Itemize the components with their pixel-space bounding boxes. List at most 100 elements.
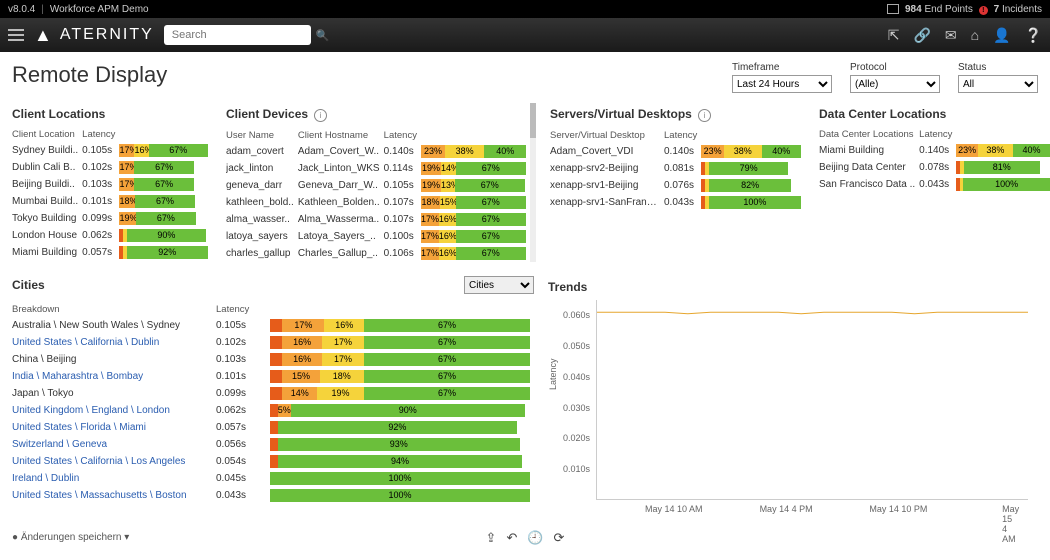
endpoints-indicator[interactable]: 984 End Points — [887, 4, 973, 15]
table-row[interactable]: Miami Building0.140s23%38%40% — [819, 142, 1050, 159]
table-row[interactable]: Beijing Data Center0.078s81% — [819, 159, 1050, 176]
table-row[interactable]: Dublin Cali B..0.102s17%67% — [12, 159, 212, 176]
table-row[interactable]: Australia \ New South Wales \ Sydney0.10… — [12, 317, 534, 334]
x-tick-label: May 14 10 AM — [645, 504, 703, 514]
logo[interactable]: ▲ ATERNITY — [34, 25, 154, 46]
col-dc[interactable]: Data Center Locations — [819, 127, 919, 142]
table-row[interactable]: Adam_Covert_VDI0.140s23%38%40% — [550, 143, 805, 160]
search-box[interactable]: 🔍 — [164, 25, 311, 45]
panel-title-datacenters: Data Center Locations — [819, 107, 1050, 121]
col-latency[interactable]: Latency — [384, 128, 421, 143]
y-tick-label: 0.030s — [563, 403, 590, 413]
trends-chart[interactable]: Latency 0.060s0.050s0.040s0.030s0.020s0.… — [596, 300, 1028, 520]
panel-title-servers: Servers/Virtual Desktopsi — [550, 107, 805, 122]
table-row[interactable]: xenapp-srv1-Beijing0.076s82% — [550, 177, 805, 194]
panel-title-trends: Trends — [548, 280, 1038, 294]
incidents-indicator[interactable]: ! 7 Incidents — [979, 4, 1042, 15]
table-row[interactable]: India \ Maharashtra \ Bombay0.101s15%18%… — [12, 368, 534, 385]
panel-title-client-devices: Client Devicesi — [226, 107, 530, 122]
table-row[interactable]: Sydney Buildi..0.105s17%16%67% — [12, 142, 212, 159]
info-icon[interactable]: i — [698, 109, 711, 122]
x-tick-label: May 14 4 PM — [760, 504, 813, 514]
status-label: Status — [958, 62, 1038, 73]
top-status-bar: v8.0.4 | Workforce APM Demo 984 End Poin… — [0, 0, 1050, 18]
table-row[interactable]: jack_lintonJack_Linton_WKS0.114s19%14%67… — [226, 160, 530, 177]
home-icon[interactable]: ⌂ — [971, 27, 979, 43]
link-icon[interactable]: 🔗 — [913, 27, 930, 44]
version-label: v8.0.4 — [8, 4, 35, 15]
logo-icon: ▲ — [34, 25, 54, 46]
table-row[interactable]: latoya_sayersLatoya_Sayers_..0.100s17%16… — [226, 228, 530, 245]
table-row[interactable]: London House0.062s90% — [12, 227, 212, 244]
clock-icon[interactable]: 🕘 — [527, 530, 543, 546]
col-breakdown[interactable]: Breakdown — [12, 302, 216, 317]
export-icon[interactable]: ⇪ — [486, 530, 497, 546]
col-latency[interactable]: Latency — [82, 127, 119, 142]
table-row[interactable]: xenapp-srv1-SanFrancis..0.043s100% — [550, 194, 805, 211]
help-icon[interactable]: ❔ — [1025, 27, 1042, 44]
info-icon[interactable]: i — [314, 109, 327, 122]
main-navbar: ▲ ATERNITY 🔍 ⇱ 🔗 ✉ ⌂ 👤 ❔ — [0, 18, 1050, 52]
x-tick-label: May 15 4 AM — [1002, 504, 1019, 544]
col-client-location[interactable]: Client Location — [12, 127, 82, 142]
search-input[interactable] — [170, 28, 316, 42]
table-row[interactable]: Japan \ Tokyo0.099s14%19%67% — [12, 385, 534, 402]
table-row[interactable]: San Francisco Data ..0.043s100% — [819, 176, 1050, 193]
col-latency[interactable]: Latency — [919, 127, 956, 142]
table-row[interactable]: charles_gallupCharles_Gallup_..0.106s17%… — [226, 245, 530, 262]
table-row[interactable]: geneva_darrGeneva_Darr_W..0.105s19%13%67… — [226, 177, 530, 194]
search-icon[interactable]: 🔍 — [316, 29, 330, 42]
cities-table: Breakdown Latency Australia \ New South … — [12, 302, 534, 504]
col-hostname[interactable]: Client Hostname — [298, 128, 384, 143]
panel-title-client-locations: Client Locations — [12, 107, 212, 121]
x-tick-label: May 14 10 PM — [869, 504, 927, 514]
col-latency[interactable]: Latency — [216, 302, 270, 317]
refresh-icon[interactable]: ⟳ — [554, 530, 565, 546]
user-icon[interactable]: 👤 — [993, 27, 1010, 44]
table-row[interactable]: United States \ California \ Los Angeles… — [12, 453, 534, 470]
timeframe-select[interactable]: Last 24 Hours — [732, 75, 832, 93]
page-title: Remote Display — [12, 62, 167, 88]
table-row[interactable]: adam_covertAdam_Covert_W..0.140s23%38%40… — [226, 143, 530, 160]
table-row[interactable]: United States \ Massachusetts \ Boston0.… — [12, 487, 534, 504]
table-row[interactable]: Beijing Buildi..0.103s17%67% — [12, 176, 212, 193]
app-name-label: Workforce APM Demo — [50, 4, 149, 15]
col-latency[interactable]: Latency — [664, 128, 701, 143]
table-row[interactable]: kathleen_bold..Kathleen_Bolden..0.107s18… — [226, 194, 530, 211]
panel-title-cities: Cities — [12, 278, 45, 292]
protocol-select[interactable]: (Alle) — [850, 75, 940, 93]
undo-icon[interactable]: ↶ — [506, 530, 517, 546]
cities-select[interactable]: Cities — [464, 276, 534, 294]
save-changes-link[interactable]: ● Änderungen speichern ▾ — [12, 532, 129, 543]
col-username[interactable]: User Name — [226, 128, 298, 143]
y-tick-label: 0.050s — [563, 341, 590, 351]
client-locations-table: Client Location Latency Sydney Buildi..0… — [12, 127, 212, 261]
table-row[interactable]: xenapp-srv2-Beijing0.081s79% — [550, 160, 805, 177]
table-row[interactable]: Switzerland \ Geneva0.056s93% — [12, 436, 534, 453]
client-devices-table: User Name Client Hostname Latency adam_c… — [226, 128, 530, 262]
table-row[interactable]: Miami Building0.057s92% — [12, 244, 212, 261]
footer-bar: ● Änderungen speichern ▾ ⇪ ↶ 🕘 ⟳ — [0, 524, 1050, 547]
status-select[interactable]: All — [958, 75, 1038, 93]
monitor-icon — [887, 4, 899, 14]
menu-button[interactable] — [8, 29, 24, 41]
table-row[interactable]: Tokyo Building0.099s19%67% — [12, 210, 212, 227]
table-row[interactable]: United Kingdom \ England \ London0.062s5… — [12, 402, 534, 419]
table-row[interactable]: Mumbai Build..0.101s18%67% — [12, 193, 212, 210]
col-server[interactable]: Server/Virtual Desktop — [550, 128, 664, 143]
timeframe-label: Timeframe — [732, 62, 832, 73]
table-row[interactable]: United States \ California \ Dublin0.102… — [12, 334, 534, 351]
y-tick-label: 0.020s — [563, 433, 590, 443]
mail-icon[interactable]: ✉ — [945, 27, 957, 44]
table-row[interactable]: United States \ Florida \ Miami0.057s92% — [12, 419, 534, 436]
table-row[interactable]: alma_wasser..Alma_Wasserma..0.107s17%16%… — [226, 211, 530, 228]
scrollbar[interactable] — [530, 103, 536, 262]
table-row[interactable]: Ireland \ Dublin0.045s100% — [12, 470, 534, 487]
servers-table: Server/Virtual Desktop Latency Adam_Cove… — [550, 128, 805, 211]
popout-icon[interactable]: ⇱ — [888, 27, 900, 44]
protocol-label: Protocol — [850, 62, 940, 73]
y-tick-label: 0.010s — [563, 464, 590, 474]
datacenters-table: Data Center Locations Latency Miami Buil… — [819, 127, 1050, 193]
table-row[interactable]: China \ Beijing0.103s16%17%67% — [12, 351, 534, 368]
y-tick-label: 0.060s — [563, 310, 590, 320]
